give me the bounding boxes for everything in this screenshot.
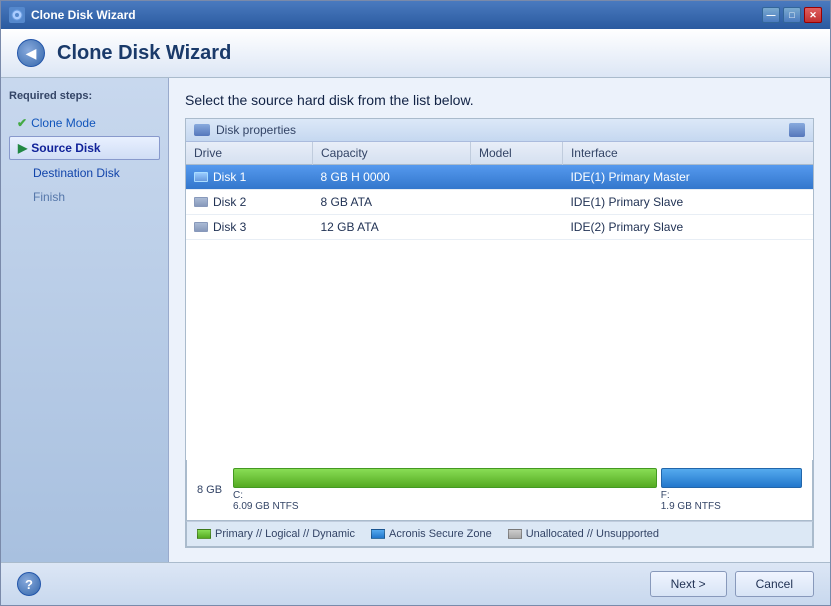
table-row[interactable]: Disk 18 GB H 0000 IDE(1) Primary Master bbox=[186, 165, 813, 190]
content-area: Required steps: ✔ Clone Mode ▶ Source Di… bbox=[1, 78, 830, 562]
cell-drive: Disk 2 bbox=[186, 190, 312, 215]
cell-capacity: 8 GB H 0000 bbox=[312, 165, 470, 190]
legend-green-box bbox=[197, 529, 211, 539]
sidebar-item-destination-disk[interactable]: Destination Disk bbox=[9, 162, 160, 184]
sidebar-title: Required steps: bbox=[9, 90, 160, 102]
disk-visual: 8 GB C: 6.09 GB NTFS bbox=[186, 460, 813, 547]
sidebar-item-label: Clone Mode bbox=[31, 116, 96, 130]
cell-model bbox=[471, 215, 563, 240]
partition-f: F: 1.9 GB NTFS bbox=[661, 468, 802, 512]
check-icon: ✔ bbox=[17, 116, 27, 130]
header: ◀ Clone Disk Wizard bbox=[1, 29, 830, 78]
table-row[interactable]: Disk 28 GB ATA IDE(1) Primary Slave bbox=[186, 190, 813, 215]
legend-unallocated-label: Unallocated // Unsupported bbox=[526, 528, 659, 540]
sidebar-item-source-disk[interactable]: ▶ Source Disk bbox=[9, 136, 160, 160]
table-area[interactable]: Drive Capacity Model Interface Disk 18 G… bbox=[186, 142, 813, 460]
table-header-row: Drive Capacity Model Interface bbox=[186, 142, 813, 165]
disk-icon-tiny bbox=[194, 172, 208, 182]
back-icon: ◀ bbox=[26, 45, 37, 62]
cell-interface: IDE(1) Primary Slave bbox=[562, 190, 813, 215]
disk-panel: Disk properties Drive Capacity Model Int… bbox=[185, 118, 814, 548]
table-row[interactable]: Disk 312 GB ATA IDE(2) Primary Slave bbox=[186, 215, 813, 240]
disk-icon-tiny bbox=[194, 222, 208, 232]
legend-primary: Primary // Logical // Dynamic bbox=[197, 528, 355, 540]
disk-size-label: 8 GB bbox=[197, 484, 225, 496]
panel-header-left: Disk properties bbox=[194, 123, 296, 137]
bar-c bbox=[233, 468, 657, 488]
label-c: C: 6.09 GB NTFS bbox=[233, 490, 657, 512]
legend-acronis-label: Acronis Secure Zone bbox=[389, 528, 492, 540]
partition-visual: 8 GB C: 6.09 GB NTFS bbox=[186, 460, 813, 521]
disk-icon bbox=[194, 124, 210, 136]
minimize-button[interactable]: — bbox=[762, 7, 780, 23]
sidebar-item-label: Destination Disk bbox=[33, 166, 120, 180]
legend-unallocated: Unallocated // Unsupported bbox=[508, 528, 659, 540]
disk-table: Drive Capacity Model Interface Disk 18 G… bbox=[186, 142, 813, 240]
cell-capacity: 8 GB ATA bbox=[312, 190, 470, 215]
cell-drive: Disk 3 bbox=[186, 215, 312, 240]
cancel-button[interactable]: Cancel bbox=[735, 571, 814, 597]
sidebar-item-finish: Finish bbox=[9, 186, 160, 208]
legend-gray-box bbox=[508, 529, 522, 539]
app-icon bbox=[9, 7, 25, 23]
main-window: Clone Disk Wizard — □ ✕ ◀ Clone Disk Wiz… bbox=[0, 0, 831, 606]
next-button[interactable]: Next > bbox=[650, 571, 727, 597]
cell-interface: IDE(2) Primary Slave bbox=[562, 215, 813, 240]
sidebar-item-clone-mode[interactable]: ✔ Clone Mode bbox=[9, 112, 160, 134]
window-title: Clone Disk Wizard bbox=[31, 8, 136, 22]
main-area: Select the source hard disk from the lis… bbox=[169, 78, 830, 562]
panel-title: Disk properties bbox=[216, 123, 296, 137]
instruction-text: Select the source hard disk from the lis… bbox=[185, 92, 814, 108]
close-button[interactable]: ✕ bbox=[804, 7, 822, 23]
title-bar: Clone Disk Wizard — □ ✕ bbox=[1, 1, 830, 29]
sidebar-item-label: Source Disk bbox=[31, 141, 100, 155]
wizard-title: Clone Disk Wizard bbox=[57, 42, 231, 65]
cell-interface: IDE(1) Primary Master bbox=[562, 165, 813, 190]
window-controls: — □ ✕ bbox=[762, 7, 822, 23]
col-model: Model bbox=[471, 142, 563, 165]
col-drive: Drive bbox=[186, 142, 312, 165]
col-interface: Interface bbox=[562, 142, 813, 165]
maximize-button[interactable]: □ bbox=[783, 7, 801, 23]
cell-drive: Disk 1 bbox=[186, 165, 312, 190]
legend-acronis: Acronis Secure Zone bbox=[371, 528, 492, 540]
help-button[interactable]: ? bbox=[17, 572, 41, 596]
footer: ? Next > Cancel bbox=[1, 562, 830, 605]
legend-primary-label: Primary // Logical // Dynamic bbox=[215, 528, 355, 540]
sidebar-item-label: Finish bbox=[33, 190, 65, 204]
bar-f bbox=[661, 468, 802, 488]
legend-area: Primary // Logical // Dynamic Acronis Se… bbox=[186, 521, 813, 547]
panel-header: Disk properties bbox=[186, 119, 813, 142]
arrow-icon: ▶ bbox=[18, 141, 27, 155]
cell-model bbox=[471, 165, 563, 190]
partition-c: C: 6.09 GB NTFS bbox=[233, 468, 657, 512]
partition-bars: C: 6.09 GB NTFS F: 1.9 GB NTFS bbox=[233, 468, 802, 512]
panel-icon-right bbox=[789, 123, 805, 137]
disk-icon-tiny bbox=[194, 197, 208, 207]
legend-blue-box bbox=[371, 529, 385, 539]
cell-capacity: 12 GB ATA bbox=[312, 215, 470, 240]
back-button[interactable]: ◀ bbox=[17, 39, 45, 67]
sidebar: Required steps: ✔ Clone Mode ▶ Source Di… bbox=[1, 78, 169, 562]
label-f: F: 1.9 GB NTFS bbox=[661, 490, 802, 512]
col-capacity: Capacity bbox=[312, 142, 470, 165]
cell-model bbox=[471, 190, 563, 215]
